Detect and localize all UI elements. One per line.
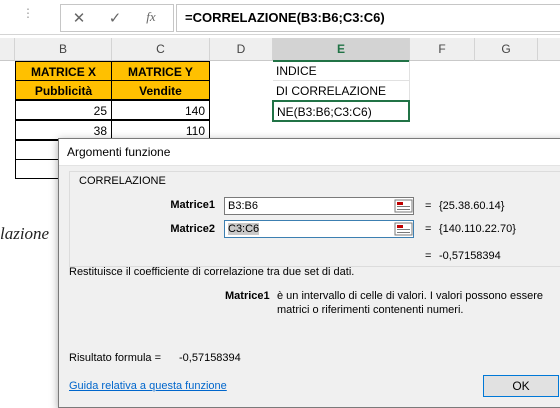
cell-b1[interactable]: MATRICE X: [15, 61, 112, 81]
cell-c2[interactable]: Vendite: [111, 80, 210, 100]
arg1-equals: =: [425, 200, 432, 212]
result-value: -0,57158394: [179, 352, 241, 364]
column-header-d[interactable]: D: [210, 38, 273, 61]
arg2-label: Matrice2: [170, 223, 215, 235]
cell-b5[interactable]: [15, 140, 60, 160]
collapse-dialog-icon[interactable]: [394, 198, 414, 214]
cell-e2[interactable]: DI CORRELAZIONE: [273, 81, 410, 101]
insert-function-icon[interactable]: fx: [139, 9, 163, 27]
arg-help-label: Matrice1: [225, 290, 270, 302]
cell-e3-active[interactable]: NE(B3:B6;C3:C6): [272, 100, 410, 122]
arg1-label: Matrice1: [170, 199, 215, 211]
cell-b4[interactable]: 38: [15, 120, 112, 140]
column-header-e[interactable]: E: [273, 38, 410, 62]
enter-icon[interactable]: ✓: [103, 9, 127, 27]
function-arguments-dialog: Argomenti funzione CORRELAZIONE Matrice1…: [58, 138, 560, 408]
cell-b6[interactable]: [15, 159, 60, 179]
formula-buttons: ✕ ✓ fx: [60, 4, 174, 32]
arg-help-text-line2: matrici o riferimenti contenenti numeri.: [277, 304, 464, 316]
cell-c3[interactable]: 140: [111, 100, 210, 120]
dialog-title: Argomenti funzione: [67, 145, 171, 159]
formula-bar: ⋮ ✕ ✓ fx =CORRELAZIONE(B3:B6;C3:C6): [0, 0, 560, 35]
column-header-a-partial[interactable]: [0, 38, 15, 61]
arg1-result: {25.38.60.14}: [439, 200, 505, 212]
arg2-input[interactable]: C3:C6: [224, 220, 414, 238]
arg-help-text-line1: è un intervallo di celle di valori. I va…: [277, 290, 543, 302]
formula-input[interactable]: =CORRELAZIONE(B3:B6;C3:C6): [176, 4, 560, 32]
column-header-g[interactable]: G: [475, 38, 538, 61]
arg1-input[interactable]: B3:B6: [224, 197, 414, 215]
function-name: CORRELAZIONE: [77, 175, 168, 187]
name-box-resize-handle[interactable]: ⋮: [22, 6, 35, 20]
column-header-f[interactable]: F: [410, 38, 475, 61]
background-document-text: lazione: [0, 224, 50, 243]
function-description: Restituisce il coefficiente di correlazi…: [69, 266, 355, 278]
cell-c1[interactable]: MATRICE Y: [111, 61, 210, 81]
collapse-dialog-icon[interactable]: [394, 221, 414, 237]
ok-button[interactable]: OK: [483, 375, 559, 397]
column-header-h-partial[interactable]: [538, 38, 560, 61]
arg2-value: C3:C6: [228, 223, 260, 235]
cell-b3[interactable]: 25: [15, 100, 112, 120]
arg2-equals: =: [425, 223, 432, 235]
cell-c4[interactable]: 110: [111, 120, 210, 140]
column-header-b[interactable]: B: [15, 38, 112, 61]
result-label: Risultato formula =: [69, 352, 162, 364]
arg2-result: {140.110.22.70}: [439, 223, 516, 235]
function-result-equals: =: [425, 250, 432, 262]
cancel-icon[interactable]: ✕: [67, 9, 91, 27]
column-header-c[interactable]: C: [112, 38, 210, 61]
dialog-title-bar[interactable]: Argomenti funzione: [59, 139, 560, 166]
function-result: -0,57158394: [439, 250, 501, 262]
cell-b2[interactable]: Pubblicità: [15, 80, 112, 100]
cell-e1[interactable]: INDICE: [273, 61, 410, 81]
help-link[interactable]: Guida relativa a questa funzione: [69, 380, 227, 392]
